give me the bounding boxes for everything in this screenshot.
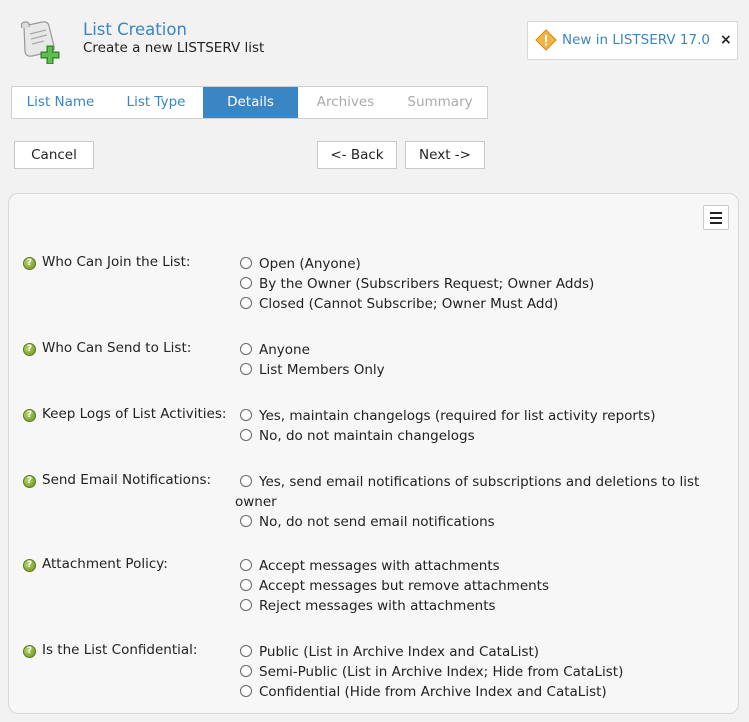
radio-button[interactable] [240, 297, 252, 309]
scroll-plus-icon [20, 21, 60, 64]
question-help-icon[interactable]: ? [23, 409, 36, 422]
close-icon[interactable]: × [720, 32, 732, 48]
tab-archives: Archives [316, 94, 375, 110]
next-button[interactable]: Next -> [405, 141, 485, 169]
radio-button[interactable] [240, 409, 252, 421]
hamburger-menu-icon[interactable] [703, 205, 729, 230]
radio-button[interactable] [240, 363, 252, 375]
radio-option[interactable]: Accept messages with attachments [235, 556, 725, 576]
radio-option[interactable]: Accept messages but remove attachments [235, 576, 725, 596]
question-help-icon[interactable]: ? [23, 257, 36, 270]
radio-option[interactable]: Yes, maintain changelogs (required for l… [235, 406, 725, 426]
details-panel: ? Who Can Join the List: Open (Anyone) B… [8, 193, 739, 714]
back-button[interactable]: <- Back [317, 141, 397, 169]
question-help-icon[interactable]: ? [23, 343, 36, 356]
radio-button[interactable] [240, 559, 252, 571]
radio-button[interactable] [240, 665, 252, 677]
question-help-icon[interactable]: ? [23, 475, 36, 488]
radio-option[interactable]: Open (Anyone) [235, 254, 725, 274]
question-label: Send Email Notifications: [42, 472, 212, 488]
radio-button[interactable] [240, 475, 252, 487]
radio-button[interactable] [240, 599, 252, 611]
question-label: Who Can Send to List: [42, 340, 192, 356]
radio-option[interactable]: Closed (Cannot Subscribe; Owner Must Add… [235, 294, 725, 314]
warning-diamond-icon [535, 29, 557, 51]
radio-option[interactable]: Reject messages with attachments [235, 596, 725, 616]
radio-button[interactable] [240, 579, 252, 591]
radio-button[interactable] [240, 645, 252, 657]
page-header: List Creation Create a new LISTSERV list… [0, 0, 749, 80]
question-label: Attachment Policy: [42, 556, 168, 572]
radio-button[interactable] [240, 429, 252, 441]
radio-option[interactable]: No, do not send email notifications [235, 512, 725, 532]
question-label: Keep Logs of List Activities: [42, 406, 227, 422]
question-help-icon[interactable]: ? [23, 559, 36, 572]
page-subtitle: Create a new LISTSERV list [83, 40, 265, 56]
radio-option[interactable]: Confidential (Hide from Archive Index an… [235, 682, 725, 702]
news-link[interactable]: New in LISTSERV 17.0 [562, 32, 710, 48]
news-notice: New in LISTSERV 17.0 × [527, 21, 738, 60]
radio-option[interactable]: Anyone [235, 340, 725, 360]
radio-button[interactable] [240, 257, 252, 269]
tab-details[interactable]: Details [203, 87, 298, 118]
tab-summary: Summary [407, 94, 473, 110]
radio-button[interactable] [240, 515, 252, 527]
radio-option[interactable]: List Members Only [235, 360, 725, 380]
page-title: List Creation [83, 20, 187, 39]
question-label: Is the List Confidential: [42, 642, 198, 658]
radio-option[interactable]: By the Owner (Subscribers Request; Owner… [235, 274, 725, 294]
radio-button[interactable] [240, 343, 252, 355]
radio-button[interactable] [240, 277, 252, 289]
radio-option[interactable]: Yes, send email notifications of subscri… [235, 472, 725, 512]
radio-option[interactable]: Public (List in Archive Index and CataLi… [235, 642, 725, 662]
radio-button[interactable] [240, 685, 252, 697]
question-label: Who Can Join the List: [42, 254, 191, 270]
wizard-tabs: List Name List Type Details Archives Sum… [11, 86, 488, 119]
tab-list-type[interactable]: List Type [109, 87, 203, 118]
radio-option[interactable]: No, do not maintain changelogs [235, 426, 725, 446]
cancel-button[interactable]: Cancel [14, 141, 94, 169]
radio-option[interactable]: Semi-Public (List in Archive Index; Hide… [235, 662, 725, 682]
question-help-icon[interactable]: ? [23, 645, 36, 658]
tab-list-name[interactable]: List Name [12, 87, 109, 118]
